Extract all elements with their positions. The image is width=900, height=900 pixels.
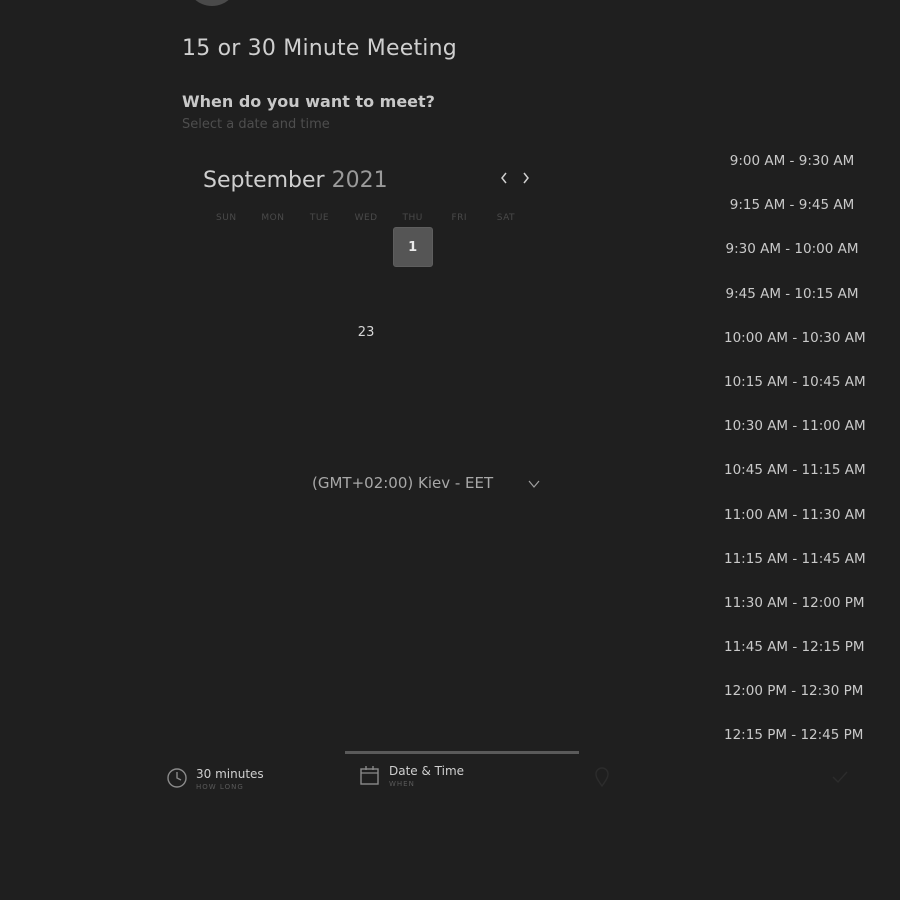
timezone-selector[interactable]: (GMT+02:00) Kiev - EET <box>312 474 493 492</box>
schedule-question: When do you want to meet? <box>182 92 435 111</box>
calendar-day <box>389 396 436 439</box>
check-icon <box>832 771 848 784</box>
calendar-day[interactable]: 23 <box>343 311 390 354</box>
calendar-day <box>203 311 250 354</box>
active-step-indicator <box>345 751 579 754</box>
calendar-year: 2021 <box>331 168 388 193</box>
calendar-day <box>203 269 250 312</box>
time-slot[interactable]: 10:15 AM - 10:45 AM <box>724 371 866 415</box>
weekday-label: SAT <box>496 213 516 223</box>
chevron-down-icon[interactable] <box>527 478 541 490</box>
calendar-day <box>436 269 483 312</box>
previous-month-button[interactable] <box>495 170 513 190</box>
weekday-label: TUE <box>309 213 330 223</box>
time-slot[interactable]: 11:30 AM - 12:00 PM <box>724 592 865 636</box>
calendar-day <box>343 354 390 397</box>
calendar-day <box>343 396 390 439</box>
calendar-grid: 1 23 <box>203 226 529 439</box>
calendar-day <box>436 396 483 439</box>
calendar-day <box>483 354 530 397</box>
clock-icon <box>167 768 187 788</box>
calendar-day <box>250 269 297 312</box>
calendar-day <box>203 226 250 269</box>
chevron-left-icon <box>501 172 507 184</box>
time-slot[interactable]: 10:45 AM - 11:15 AM <box>724 459 866 503</box>
calendar-day-number: 1 <box>392 227 433 268</box>
time-slot[interactable]: 10:00 AM - 10:30 AM <box>724 327 866 371</box>
time-slot[interactable]: 9:00 AM - 9:30 AM <box>724 150 860 194</box>
calendar-day <box>483 226 530 269</box>
weekday-label: MON <box>261 213 285 223</box>
calendar-icon <box>360 766 379 785</box>
step-duration-label: 30 minutes <box>196 767 264 781</box>
schedule-subtitle: Select a date and time <box>182 117 330 132</box>
calendar-day <box>250 396 297 439</box>
calendar-day <box>483 396 530 439</box>
step-datetime-label: Date & Time <box>389 764 465 778</box>
calendar-day <box>436 311 483 354</box>
calendar-day <box>343 269 390 312</box>
calendar-day <box>436 354 483 397</box>
avatar <box>186 0 238 6</box>
calendar-month-year: September 2021 <box>203 168 388 193</box>
calendar-day <box>436 226 483 269</box>
time-slot[interactable]: 11:15 AM - 11:45 AM <box>724 548 866 592</box>
calendar-day <box>483 269 530 312</box>
calendar-day <box>250 354 297 397</box>
event-title: 15 or 30 Minute Meeting <box>182 36 457 61</box>
calendar-day <box>296 396 343 439</box>
time-slot[interactable]: 11:45 AM - 12:15 PM <box>724 636 865 680</box>
time-slot[interactable]: 9:30 AM - 10:00 AM <box>724 238 860 282</box>
weekday-label: SUN <box>216 213 237 223</box>
chevron-right-icon <box>523 172 529 184</box>
calendar-day <box>250 226 297 269</box>
calendar-day <box>250 311 297 354</box>
step-confirm[interactable] <box>829 766 859 788</box>
calendar-day <box>296 311 343 354</box>
time-slot[interactable]: 12:15 PM - 12:45 PM <box>724 724 863 768</box>
step-datetime[interactable]: Date & Time WHEN <box>359 764 464 789</box>
calendar-day-number: 23 <box>357 324 375 340</box>
calendar-day <box>389 354 436 397</box>
calendar-day <box>483 311 530 354</box>
calendar-month: September <box>203 168 325 193</box>
time-slot[interactable]: 12:00 PM - 12:30 PM <box>724 680 863 724</box>
selected-day[interactable]: 1 <box>389 226 436 269</box>
weekday-label: WED <box>354 213 378 223</box>
step-duration[interactable]: 30 minutes HOW LONG <box>166 767 264 792</box>
calendar-day <box>343 226 390 269</box>
time-slot[interactable]: 9:15 AM - 9:45 AM <box>724 194 860 238</box>
calendar-day <box>389 311 436 354</box>
calendar-day <box>389 269 436 312</box>
calendar-day <box>296 269 343 312</box>
next-month-button[interactable] <box>517 170 535 190</box>
time-slot-list: 9:00 AM - 9:30 AM 9:15 AM - 9:45 AM 9:30 A… <box>724 150 866 769</box>
calendar-day <box>203 354 250 397</box>
time-slot[interactable]: 10:30 AM - 11:00 AM <box>724 415 866 459</box>
location-icon <box>595 767 609 788</box>
step-datetime-sub: WHEN <box>389 780 415 788</box>
calendar-day <box>296 226 343 269</box>
time-slot[interactable]: 11:00 AM - 11:30 AM <box>724 504 866 548</box>
calendar-day <box>203 396 250 439</box>
step-location[interactable] <box>591 766 621 788</box>
weekday-label: THU <box>402 213 423 223</box>
weekday-header: SUN MON TUE WED THU FRI SAT <box>203 213 529 223</box>
calendar-day <box>296 354 343 397</box>
step-duration-sub: HOW LONG <box>196 783 244 791</box>
weekday-label: FRI <box>451 213 468 223</box>
time-slot[interactable]: 9:45 AM - 10:15 AM <box>724 283 860 327</box>
